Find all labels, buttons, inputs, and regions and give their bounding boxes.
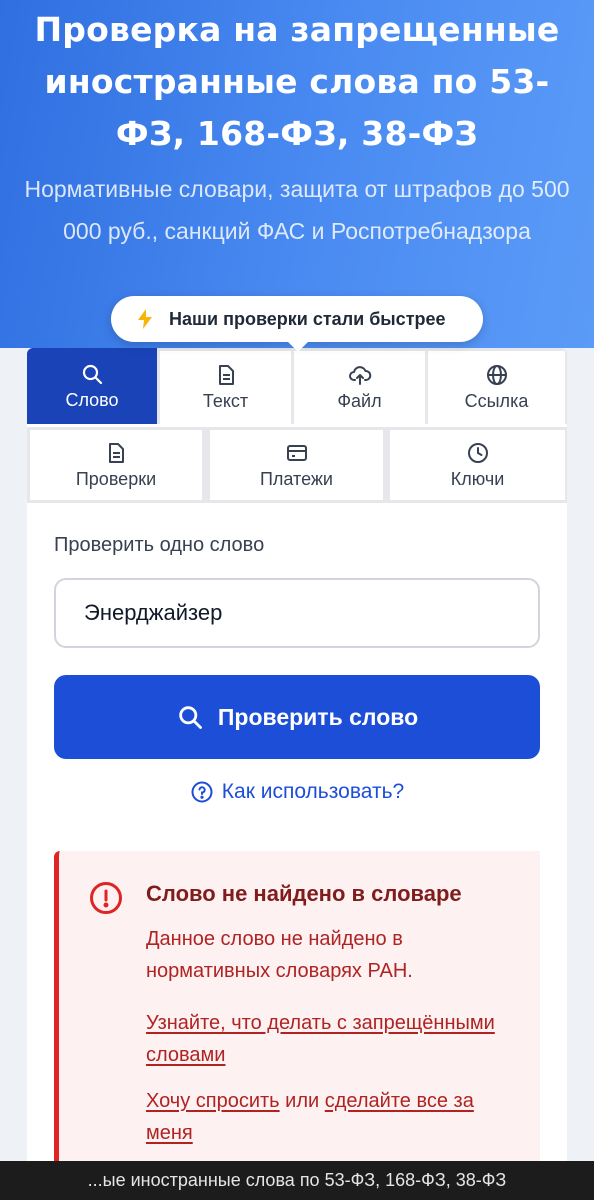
tab-payments[interactable]: Платежи xyxy=(210,430,383,500)
speed-notice-badge: Наши проверки стали быстрее xyxy=(111,296,483,342)
word-field-label: Проверить одно слово xyxy=(54,534,265,556)
how-to-use-link[interactable]: Как использовать? xyxy=(27,780,567,804)
clock-icon xyxy=(467,442,488,463)
checker-card: Слово Текст Файл Ссылка Проверки Платежи… xyxy=(27,348,567,1168)
result-description: Данное слово не найдено в нормативных сл… xyxy=(146,928,413,982)
document-icon xyxy=(218,365,234,385)
tab-word-label: Слово xyxy=(65,389,119,410)
ask-question-link[interactable]: Хочу спросить xyxy=(146,1090,280,1112)
tab-checks[interactable]: Проверки xyxy=(30,430,202,500)
tab-link[interactable]: Ссылка xyxy=(428,351,565,424)
how-to-use-label: Как использовать? xyxy=(221,780,405,803)
page-title-bar-text: ...ые иностранные слова по 53-ФЗ, 168-ФЗ… xyxy=(87,1170,507,1190)
tab-keys[interactable]: Ключи xyxy=(390,430,565,500)
tab-text-label: Текст xyxy=(202,391,249,411)
search-icon xyxy=(82,364,103,384)
document-icon xyxy=(109,442,124,463)
result-alert: Слово не найдено в словаре Данное слово … xyxy=(54,851,540,1168)
page-subtitle: Нормативные словари, защита от штрафов д… xyxy=(24,176,570,244)
tab-keys-label: Ключи xyxy=(450,468,505,489)
page-title: Проверка на запрещенные иностранные слов… xyxy=(34,10,560,153)
search-icon xyxy=(179,706,202,729)
check-word-button[interactable]: Проверить слово xyxy=(54,675,540,759)
tab-link-label: Ссылка xyxy=(464,391,529,411)
tabs-secondary: Проверки Платежи Ключи xyxy=(27,427,567,503)
tab-file-label: Файл xyxy=(337,391,382,411)
lightning-icon xyxy=(138,309,152,329)
credit-card-icon xyxy=(286,444,307,461)
globe-icon xyxy=(486,365,507,385)
speed-notice-text: Наши проверки стали быстрее xyxy=(169,308,446,329)
result-title: Слово не найдено в словаре xyxy=(146,881,462,906)
page-title-bar: ...ые иностранные слова по 53-ФЗ, 168-ФЗ… xyxy=(0,1161,594,1200)
tab-file[interactable]: Файл xyxy=(294,351,425,424)
question-circle-icon xyxy=(191,781,213,803)
or-text: или xyxy=(285,1090,320,1112)
alert-circle-icon xyxy=(90,882,122,914)
tab-payments-label: Платежи xyxy=(259,468,333,489)
what-to-do-link[interactable]: Узнайте, что делать с запрещёнными слова… xyxy=(146,1012,495,1066)
tabs-primary: Слово Текст Файл Ссылка xyxy=(27,348,567,424)
tab-checks-label: Проверки xyxy=(75,468,157,489)
upload-cloud-icon xyxy=(348,366,371,385)
check-word-button-label: Проверить слово xyxy=(217,703,419,730)
word-input[interactable]: Энерджайзер xyxy=(54,578,540,648)
tab-text[interactable]: Текст xyxy=(160,351,291,424)
tab-word[interactable]: Слово xyxy=(27,348,157,424)
